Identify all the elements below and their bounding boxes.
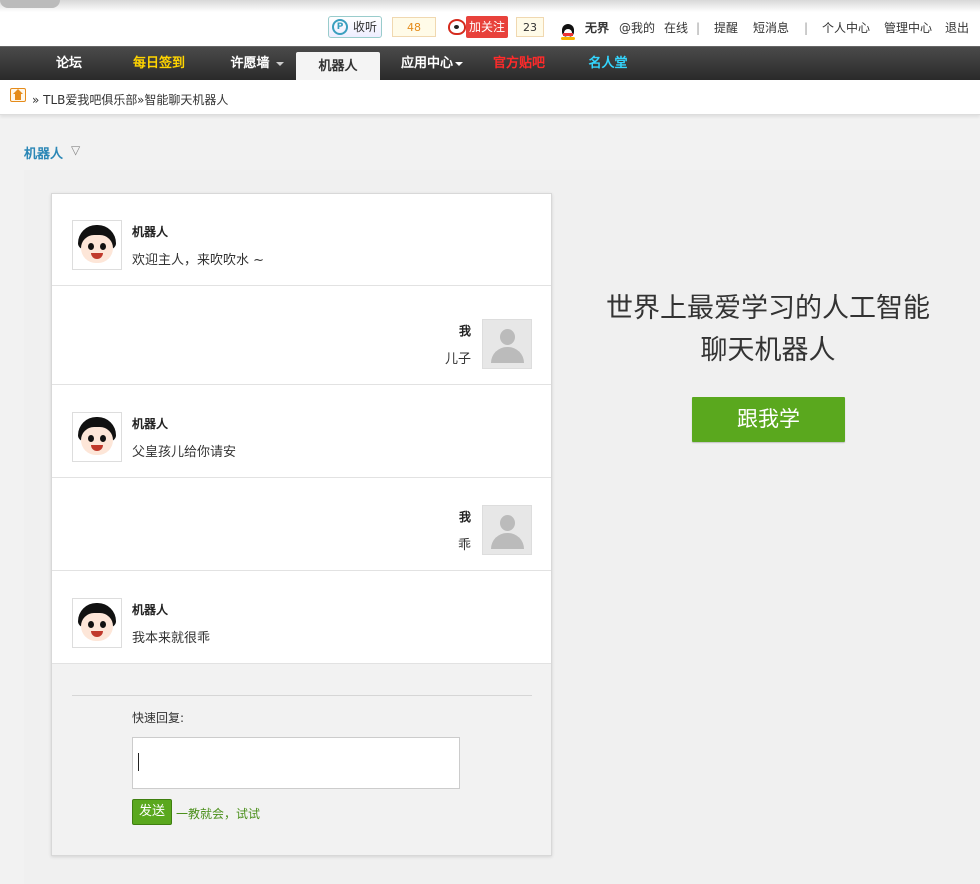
chat-message: 机器人 欢迎主人，来吹吹水 ~ [52,194,551,286]
message-text: 欢迎主人，来吹吹水 ~ [132,253,265,268]
robot-avatar [72,220,122,270]
user-avatar-icon [482,505,532,555]
listen-label: 收听 [353,20,378,34]
nav-app-center-label: 应用中心 [400,56,453,71]
at-me-link[interactable]: @我的 [619,18,655,38]
chat-window: 机器人 欢迎主人，来吹吹水 ~ 我 儿子 机器人 父皇孩儿给你请安 我 乖 机器… [51,193,552,856]
robot-avatar [72,412,122,462]
message-sender: 机器人 [132,417,169,431]
logo-fragment [0,0,60,8]
remind-link[interactable]: 提醒 [714,18,738,38]
message-sender: 机器人 [132,603,169,617]
message-text: 父皇孩儿给你请安 [132,445,237,460]
robot-avatar [72,598,122,648]
nav-robot[interactable]: 机器人 [296,52,380,81]
chat-message: 我 乖 [52,479,551,571]
nav-hall-of-fame[interactable]: 名人堂 [576,47,640,81]
message-text: 乖 [457,538,471,553]
qq-penguin-icon [560,24,576,40]
text-cursor [138,753,139,771]
listen-button[interactable]: P 收听 [328,16,382,38]
message-sender: 我 [458,324,471,338]
divider: | [804,21,809,35]
online-status[interactable]: 在线 [664,18,688,38]
quick-reply-area: 快速回复: 发送 一教就会，试试 [52,664,551,855]
triangle-down-icon[interactable]: ▽ [71,143,80,157]
message-text: 我本来就很乖 [132,631,211,646]
nav-forum-label: 论坛 [55,56,82,71]
divider: | [696,21,701,35]
top-fade [0,0,980,12]
user-avatar-icon [482,319,532,369]
nav-wish-wall[interactable]: 许愿墙 [218,47,296,81]
nav-official-tieba-label: 官方贴吧 [492,56,545,71]
promo-headline: 世界上最爱学习的人工智能 聊天机器人 [580,288,956,372]
nav-daily-checkin-label: 每日签到 [132,56,185,71]
nav-robot-label: 机器人 [318,59,358,74]
teach-hint-link[interactable]: 一教就会，试试 [176,805,260,822]
reply-input[interactable] [132,737,460,789]
promo-line-2: 聊天机器人 [700,335,836,366]
promo-line-1: 世界上最爱学习的人工智能 [606,293,930,324]
breadcrumb-club[interactable]: » TLB爱我吧俱乐部 [32,91,137,108]
message-text: 儿子 [444,352,471,367]
chevron-down-icon [455,61,463,66]
message-sender: 我 [458,510,471,524]
chat-message: 我 儿子 [52,293,551,385]
tencent-weibo-icon: P [332,19,348,35]
nav-wish-wall-label: 许愿墙 [230,56,270,71]
username-link[interactable]: 无界 [585,18,609,38]
personal-center-link[interactable]: 个人中心 [822,18,870,38]
main-nav: 论坛 每日签到 许愿墙 机器人 应用中心 官方贴吧 名人堂 [0,46,980,81]
home-icon[interactable] [10,88,26,102]
chevron-down-icon [275,61,284,66]
quick-reply-label: 快速回复: [132,711,185,725]
messages-link[interactable]: 短消息 [753,18,789,38]
weibo-count: 23 [516,17,544,37]
divider [72,695,532,696]
weibo-follow-button[interactable]: 加关注 [448,16,510,38]
nav-app-center[interactable]: 应用中心 [392,47,472,81]
learn-from-me-button[interactable]: 跟我学 [692,397,845,442]
listen-count: 48 [392,17,436,37]
message-sender: 机器人 [132,225,169,239]
weibo-icon [448,19,466,35]
nav-daily-checkin[interactable]: 每日签到 [120,47,198,81]
nav-official-tieba[interactable]: 官方贴吧 [482,47,556,81]
admin-center-link[interactable]: 管理中心 [884,18,932,38]
breadcrumb-chatbot[interactable]: »智能聊天机器人 [137,91,228,108]
chat-message: 机器人 我本来就很乖 [52,572,551,664]
send-button[interactable]: 发送 [132,799,172,825]
nav-forum[interactable]: 论坛 [40,47,98,81]
chat-message: 机器人 父皇孩儿给你请安 [52,386,551,478]
section-title[interactable]: 机器人 [24,143,63,162]
logout-link[interactable]: 退出 [945,18,969,38]
nav-hall-of-fame-label: 名人堂 [588,56,628,71]
weibo-follow-label: 加关注 [466,16,508,38]
